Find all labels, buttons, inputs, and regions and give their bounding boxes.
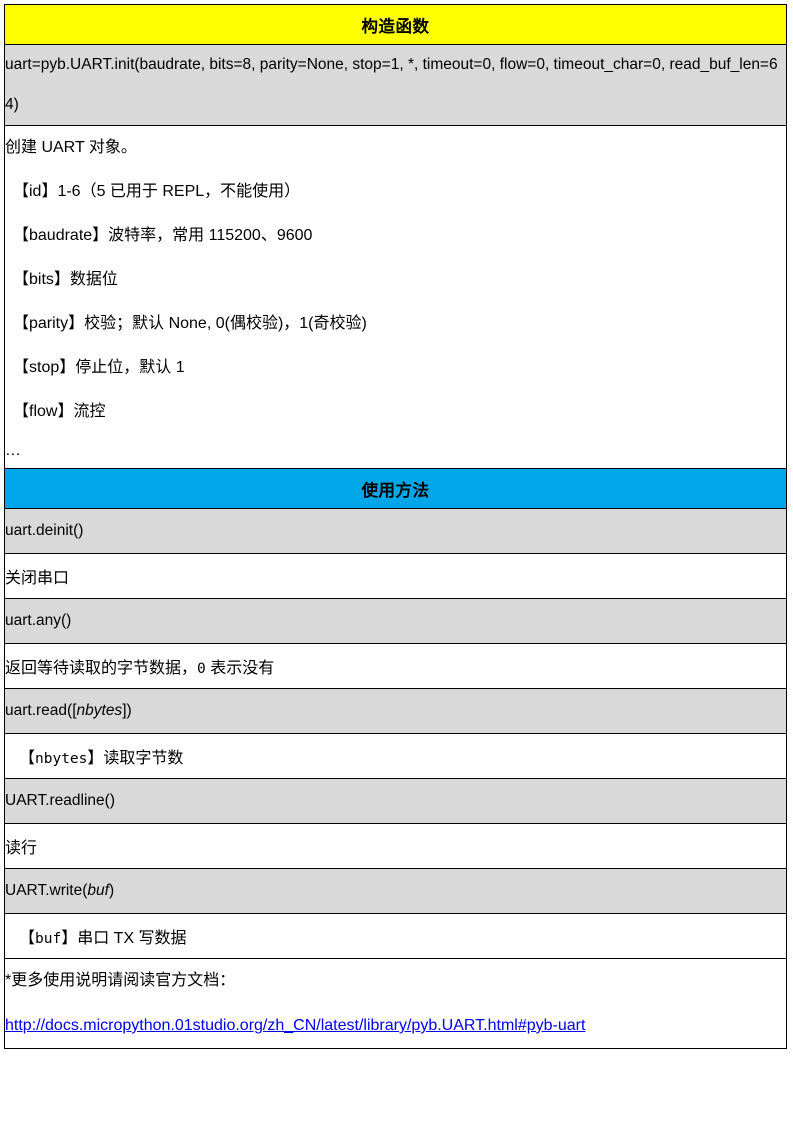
table-row: 使用方法 (4, 468, 787, 509)
table-row: uart.any() (4, 598, 787, 644)
note-text: 【 (19, 930, 36, 947)
note-text: 返回等待读取的字节数据， (5, 660, 198, 677)
method-note-read: 【nbytes】读取字节数 (4, 733, 787, 779)
description-intro: 创建 UART 对象。 (5, 139, 137, 156)
footer-link-wrapper: http://docs.micropython.01studio.org/zh_… (5, 1003, 786, 1048)
code-text-suffix: ) (108, 882, 115, 899)
note-text-suffix: 】串口 TX 写数据 (61, 930, 187, 947)
table-body: 构造函数 uart=pyb.UART.init(baudrate, bits=8… (4, 4, 787, 1049)
table-row: UART.readline() (4, 778, 787, 824)
method-signature-write: UART.write(buf) (4, 868, 787, 914)
constructor-description-cell: 创建 UART 对象。 【id】1-6（5 已用于 REPL，不能使用） 【ba… (4, 125, 787, 469)
constructor-signature: uart=pyb.UART.init(baudrate, bits=8, par… (4, 44, 787, 126)
note-text: 关闭串口 (5, 570, 70, 587)
table-row: uart.deinit() (4, 508, 787, 554)
code-text: uart.read([ (5, 702, 77, 719)
code-text-suffix: ]) (122, 702, 132, 719)
table-row: 创建 UART 对象。 【id】1-6（5 已用于 REPL，不能使用） 【ba… (4, 125, 787, 469)
usage-section-header: 使用方法 (4, 468, 787, 509)
method-signature-readline: UART.readline() (4, 778, 787, 824)
table-row: 返回等待读取的字节数据，0 表示没有 (4, 643, 787, 689)
note-code-buf: buf (35, 931, 62, 947)
footer-note: *更多使用说明请阅读官方文档： (5, 972, 236, 989)
code-text: uart.any() (5, 612, 72, 629)
code-text: UART.write( (5, 882, 88, 899)
method-note-any: 返回等待读取的字节数据，0 表示没有 (4, 643, 787, 689)
table-row: uart.read([nbytes]) (4, 688, 787, 734)
constructor-section-header: 构造函数 (4, 4, 787, 45)
table-row: UART.write(buf) (4, 868, 787, 914)
params-ellipsis: … (5, 442, 23, 459)
method-signature-read: uart.read([nbytes]) (4, 688, 787, 734)
note-code-zero: 0 (197, 661, 206, 677)
method-note-write: 【buf】串口 TX 写数据 (4, 913, 787, 959)
note-text: 读行 (5, 840, 38, 857)
table-row: uart=pyb.UART.init(baudrate, bits=8, par… (4, 44, 787, 126)
table-row: 【nbytes】读取字节数 (4, 733, 787, 779)
note-text: 【 (19, 750, 36, 767)
param-flow: 【flow】流控 (13, 403, 106, 420)
code-text: UART.readline() (5, 792, 115, 809)
method-signature-any: uart.any() (4, 598, 787, 644)
method-signature-deinit: uart.deinit() (4, 508, 787, 554)
table-row: 构造函数 (4, 4, 787, 45)
param-parity: 【parity】校验；默认 None, 0(偶校验)，1(奇校验) (13, 315, 367, 332)
table-row: 读行 (4, 823, 787, 869)
method-note-readline: 读行 (4, 823, 787, 869)
table-row: *更多使用说明请阅读官方文档： http://docs.micropython.… (4, 958, 787, 1049)
param-baudrate: 【baudrate】波特率，常用 115200、9600 (13, 227, 313, 244)
note-text-suffix: 】读取字节数 (87, 750, 184, 767)
code-text: uart.deinit() (5, 522, 84, 539)
note-text-suffix: 表示没有 (205, 660, 275, 677)
footer-cell: *更多使用说明请阅读官方文档： http://docs.micropython.… (4, 958, 787, 1049)
param-id: 【id】1-6（5 已用于 REPL，不能使用） (13, 183, 301, 200)
note-code-nbytes: nbytes (35, 751, 88, 767)
param-bits: 【bits】数据位 (13, 271, 118, 288)
uart-api-table: 构造函数 uart=pyb.UART.init(baudrate, bits=8… (4, 4, 787, 1049)
official-docs-link[interactable]: http://docs.micropython.01studio.org/zh_… (5, 1017, 585, 1034)
param-stop: 【stop】停止位，默认 1 (13, 359, 185, 376)
method-note-deinit: 关闭串口 (4, 553, 787, 599)
document-page: 构造函数 uart=pyb.UART.init(baudrate, bits=8… (0, 0, 793, 1135)
code-param-nbytes: nbytes (76, 702, 123, 719)
code-param-buf: buf (87, 882, 109, 899)
table-row: 【buf】串口 TX 写数据 (4, 913, 787, 959)
table-row: 关闭串口 (4, 553, 787, 599)
